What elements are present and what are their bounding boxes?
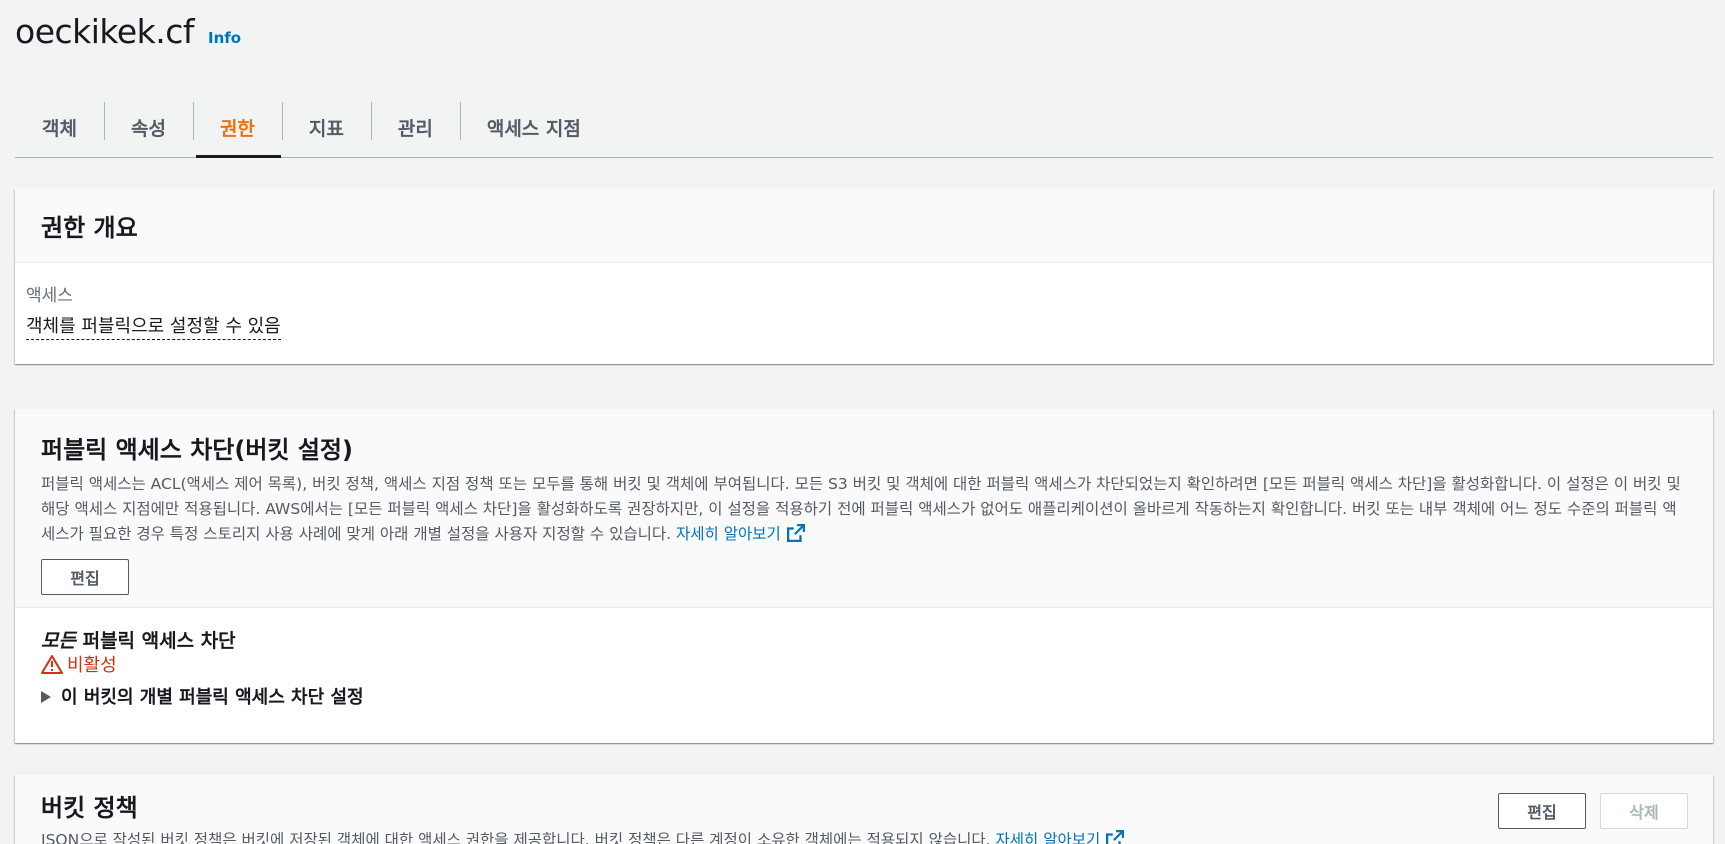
access-label: 액세스 bbox=[26, 286, 73, 306]
tab-objects[interactable]: 객체 bbox=[15, 98, 104, 157]
status-indicator: 비활성 bbox=[41, 651, 117, 677]
tab-management[interactable]: 관리 bbox=[370, 98, 460, 157]
tab-properties[interactable]: 속성 bbox=[103, 98, 193, 157]
bucket-policy-edit-button[interactable]: 편집 bbox=[1498, 793, 1586, 829]
page-header: oeckikek.cf Info bbox=[15, 12, 241, 51]
external-link-icon bbox=[1106, 830, 1125, 844]
card-title: 퍼블릭 액세스 차단(버킷 설정) bbox=[41, 436, 353, 464]
block-public-access-edit-button[interactable]: 편집 bbox=[41, 559, 129, 595]
learn-more-label: 자세히 알아보기 bbox=[676, 525, 781, 543]
card-title: 권한 개요 bbox=[41, 214, 138, 242]
card-header: 권한 개요 bbox=[15, 189, 1713, 263]
learn-more-link[interactable]: 자세히 알아보기 bbox=[676, 524, 805, 543]
info-link[interactable]: Info bbox=[208, 29, 241, 47]
expander-label: 이 버킷의 개별 퍼블릭 액세스 차단 설정 bbox=[61, 687, 364, 708]
block-public-access-card: 퍼블릭 액세스 차단(버킷 설정) 퍼블릭 액세스는 ACL(액세스 제어 목록… bbox=[15, 409, 1713, 743]
bucket-policy-card: 버킷 정책 JSON으로 작성된 버킷 정책은 버킷에 저장된 객체에 대한 액… bbox=[15, 775, 1713, 844]
learn-more-link[interactable]: 자세히 알아보기 bbox=[995, 830, 1125, 844]
bucket-policy-delete-button[interactable]: 삭제 bbox=[1600, 793, 1688, 829]
status-text: 비활성 bbox=[67, 655, 117, 676]
external-link-icon bbox=[786, 524, 805, 542]
emphasis-text: 모든 bbox=[41, 630, 76, 652]
page-title: oeckikek.cf bbox=[15, 12, 195, 51]
block-all-public-access-title: 모든 퍼블릭 액세스 차단 bbox=[41, 626, 236, 653]
tab-metrics[interactable]: 지표 bbox=[281, 98, 371, 157]
individual-settings-expander[interactable]: 이 버킷의 개별 퍼블릭 액세스 차단 설정 bbox=[41, 683, 364, 709]
tab-access-points[interactable]: 액세스 지점 bbox=[459, 98, 608, 157]
card-description: 퍼블릭 액세스는 ACL(액세스 제어 목록), 버킷 정책, 액세스 지점 정… bbox=[41, 472, 1687, 547]
card-header: 버킷 정책 JSON으로 작성된 버킷 정책은 버킷에 저장된 객체에 대한 액… bbox=[15, 775, 1713, 844]
tab-permissions[interactable]: 권한 bbox=[192, 98, 282, 158]
description-text: 퍼블릭 액세스는 ACL(액세스 제어 목록), 버킷 정책, 액세스 지점 정… bbox=[41, 475, 1681, 543]
tab-bar: 객체 속성 권한 지표 관리 액세스 지점 bbox=[15, 98, 1713, 158]
card-description: JSON으로 작성된 버킷 정책은 버킷에 저장된 객체에 대한 액세스 권한을… bbox=[41, 828, 1687, 844]
warning-icon bbox=[41, 655, 63, 674]
card-title: 버킷 정책 bbox=[41, 794, 138, 822]
learn-more-label: 자세히 알아보기 bbox=[995, 831, 1101, 844]
access-value[interactable]: 객체를 퍼블릭으로 설정할 수 있음 bbox=[26, 312, 281, 340]
caret-right-icon bbox=[41, 691, 51, 703]
description-text: JSON으로 작성된 버킷 정책은 버킷에 저장된 객체에 대한 액세스 권한을… bbox=[41, 831, 991, 844]
card-header: 퍼블릭 액세스 차단(버킷 설정) 퍼블릭 액세스는 ACL(액세스 제어 목록… bbox=[15, 409, 1713, 608]
title-rest: 퍼블릭 액세스 차단 bbox=[75, 630, 236, 652]
